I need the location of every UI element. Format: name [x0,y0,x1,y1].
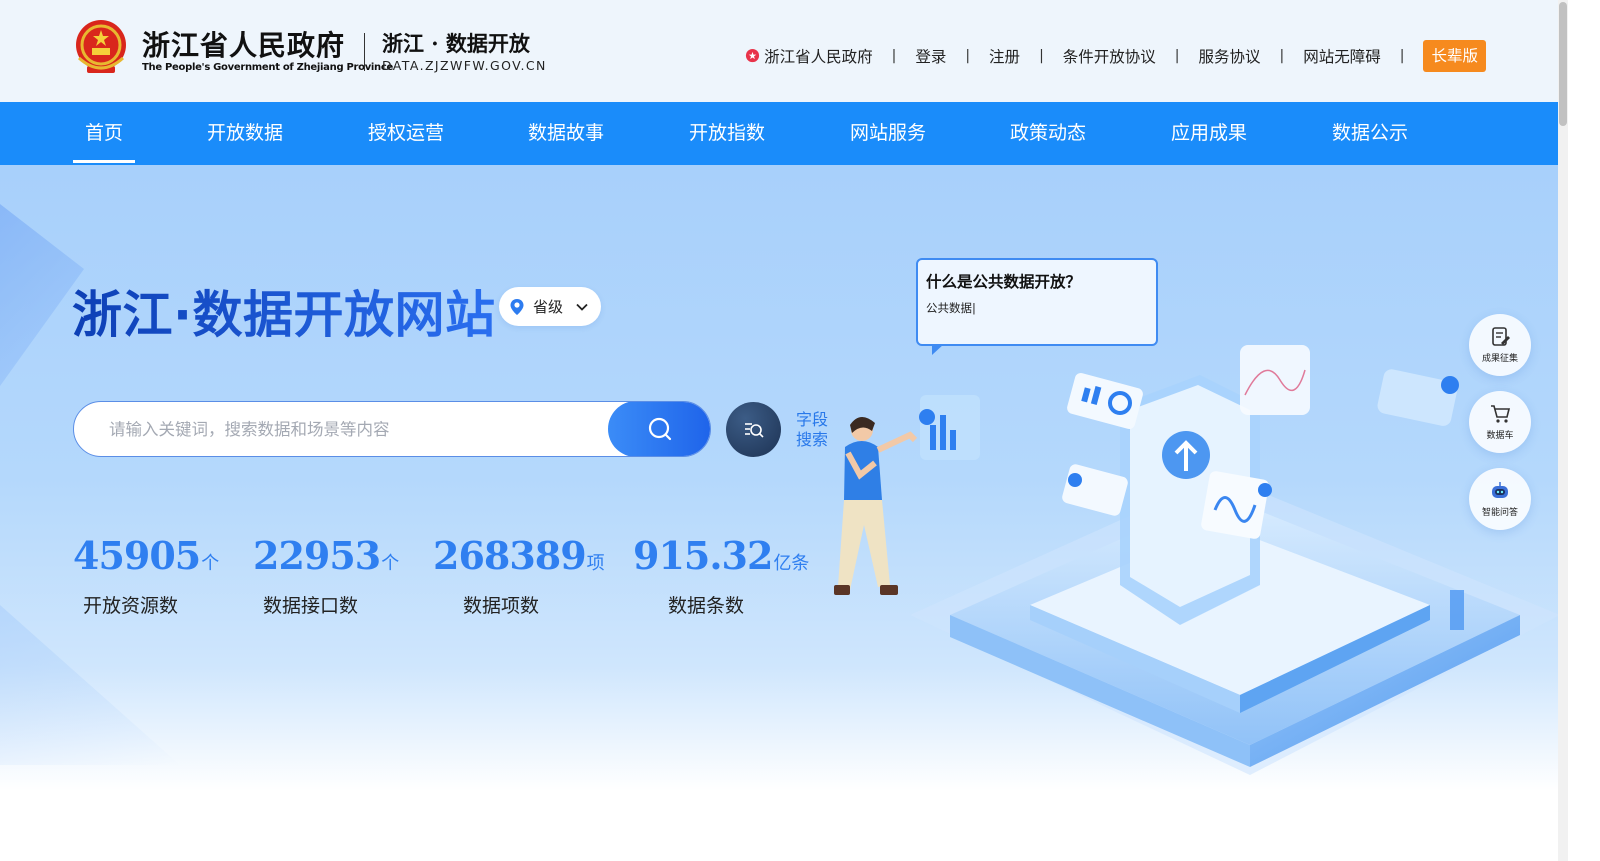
nav-item-site-services[interactable]: 网站服务 [850,102,926,165]
stat-value: 22953 [253,533,381,578]
provincial-gov-label: 浙江省人民政府 [764,48,873,66]
region-value: 省级 [533,298,564,316]
nav-item-home[interactable]: 首页 [72,102,136,165]
login-link[interactable]: 登录 [915,45,946,67]
stat-label: 开放资源数 [83,595,179,617]
scrollbar-thumb[interactable] [1559,2,1567,126]
site-title: 浙江·数据开放网站 [72,275,496,347]
separator: | [1279,48,1285,64]
field-search-button[interactable] [726,402,781,457]
stat-unit: 个 [201,553,220,574]
robot-icon [1492,482,1508,498]
nav-item-data-disclosure[interactable]: 数据公示 [1332,102,1408,165]
register-link[interactable]: 注册 [989,45,1020,67]
conditional-agreement-link[interactable]: 条件开放协议 [1063,45,1156,67]
float-button-label: 成果征集 [1481,354,1518,364]
float-button-label: 智能问答 [1481,508,1518,518]
top-links: 浙江省人民政府 | 登录 | 注册 | 条件开放协议 | 服务协议 | 网站无障… [745,40,1486,72]
search-box [73,401,711,457]
brand-divider [364,33,365,71]
location-pin-icon [746,49,760,63]
stat-value: 268389 [433,533,587,578]
float-button-label: 数据车 [1486,431,1514,441]
gov-name: 浙江省人民政府 [142,29,346,62]
main-nav: 首页 开放数据 授权运营 数据故事 开放指数 网站服务 政策动态 应用成果 数据… [0,102,1558,165]
separator: | [965,48,971,64]
site-brand: 浙江 · 数据开放 [382,31,530,56]
stat-value: 45905 [73,533,201,578]
search-icon [648,417,671,441]
faq-bubble[interactable]: 什么是公共数据开放？ 公共数据| [916,258,1158,355]
location-icon [510,298,524,315]
field-search-icon [744,422,764,438]
search-input[interactable] [74,402,609,456]
collect-results-button[interactable]: 成果征集 [1469,314,1531,376]
service-agreement-link[interactable]: 服务协议 [1199,45,1261,67]
stat-data-interfaces: 22953个 [253,533,399,578]
stat-label: 数据条数 [668,595,745,617]
edit-doc-icon [1492,327,1510,346]
stat-unit: 亿条 [773,553,810,574]
nav-item-applications[interactable]: 应用成果 [1171,102,1247,165]
nav-item-policy-news[interactable]: 政策动态 [1010,102,1086,165]
data-cart-button[interactable]: 数据车 [1469,391,1531,453]
stat-data-items: 268389项 [433,533,605,578]
separator: | [1399,48,1405,64]
nav-item-open-index[interactable]: 开放指数 [689,102,765,165]
site-domain: DATA.ZJZWFW.GOV.CN [382,58,547,73]
bubble-text: 公共数据| [926,301,976,315]
stat-open-resources: 45905个 [73,533,219,578]
stat-unit: 项 [586,553,605,574]
stat-label: 数据接口数 [263,595,359,617]
gov-name-english: The People's Government of Zhejiang Prov… [142,62,393,73]
region-selector[interactable]: 省级 [499,287,601,326]
elder-version-button[interactable]: 长辈版 [1423,40,1486,72]
national-emblem-icon [76,20,126,73]
smart-qa-button[interactable]: 智能问答 [1469,468,1531,530]
top-header: 浙江省人民政府 The People's Government of Zheji… [0,0,1558,102]
chevron-down-icon [576,303,588,311]
stat-label: 数据项数 [463,595,540,617]
separator: | [1174,48,1180,64]
search-button[interactable] [608,402,710,456]
stat-data-records: 915.32亿条 [633,533,809,578]
stat-unit: 个 [381,553,400,574]
separator: | [1039,48,1044,64]
provincial-gov-link[interactable]: 浙江省人民政府 [745,45,873,67]
hero-section: 浙江·数据开放网站 省级 字段搜索 45905个 [0,165,1558,861]
nav-item-open-data[interactable]: 开放数据 [207,102,283,165]
bubble-title: 什么是公共数据开放？ [926,273,1082,291]
cart-icon [1491,405,1511,423]
nav-item-data-stories[interactable]: 数据故事 [528,102,604,165]
separator: | [891,48,897,64]
data-platform-illustration [834,345,1558,775]
stat-value: 915.32 [633,533,773,578]
page-scrollbar[interactable] [1558,0,1568,861]
nav-item-authorized-operation[interactable]: 授权运营 [368,102,444,165]
accessibility-link[interactable]: 网站无障碍 [1303,45,1381,67]
